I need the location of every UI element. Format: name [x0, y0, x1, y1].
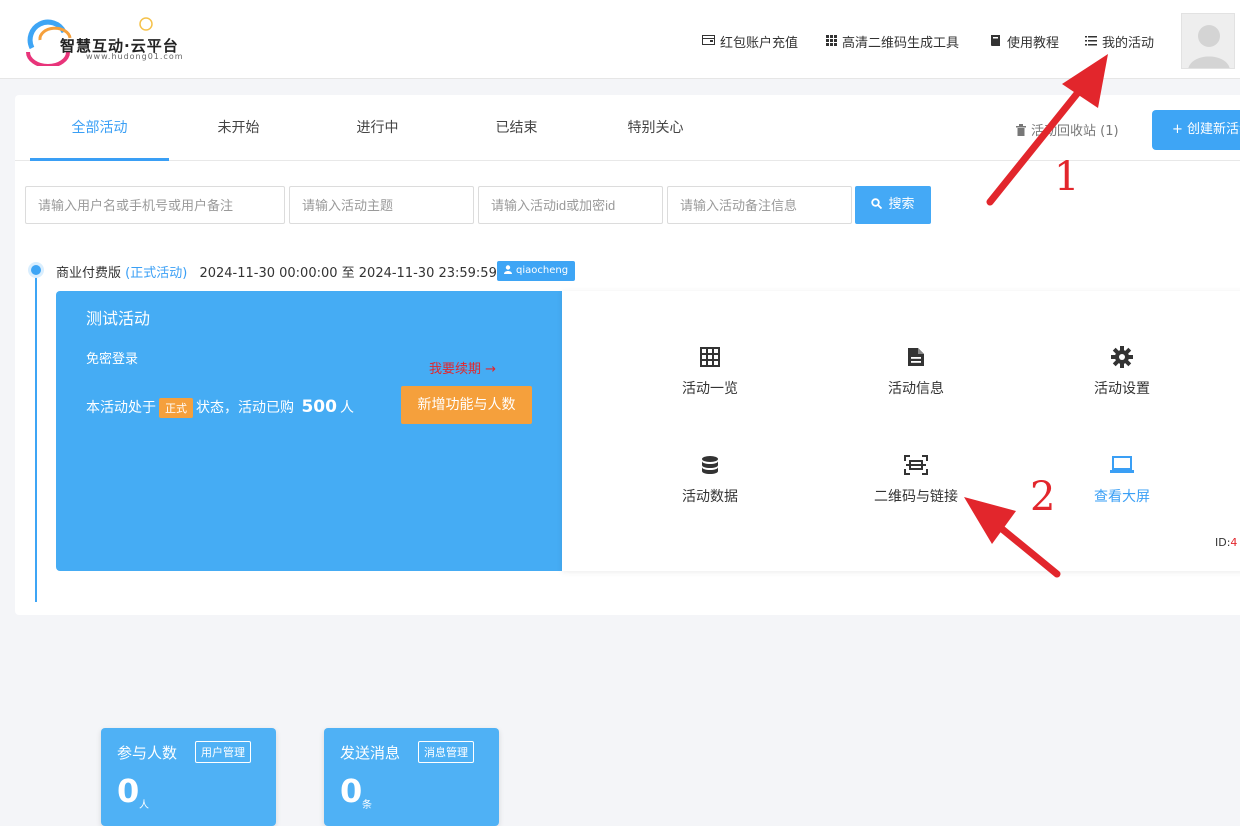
user-icon — [504, 262, 512, 282]
status-prefix: 本活动处于 — [86, 400, 156, 416]
gear-icon — [1052, 342, 1192, 372]
action-info-label: 活动信息 — [888, 381, 944, 397]
user-avatar[interactable] — [1181, 13, 1235, 69]
annotation-number-2: 2 — [1030, 474, 1056, 520]
recycle-bin-link[interactable]: 活动回收站 (1) — [1016, 120, 1119, 140]
user-search-input[interactable] — [25, 186, 285, 224]
participants-unit: 人 — [139, 800, 149, 811]
nav-my-activities-label: 我的活动 — [1102, 36, 1155, 51]
action-qrcode-links-label: 二维码与链接 — [874, 489, 958, 505]
message-management-button[interactable]: 消息管理 — [418, 741, 474, 763]
action-qrcode-links[interactable]: 二维码与链接 — [846, 450, 986, 506]
status-mid: 状态，活动已购 — [196, 400, 294, 416]
tab-ended[interactable]: 已结束 — [447, 95, 586, 161]
participants-value: 0 — [117, 772, 140, 810]
tab-all[interactable]: 全部活动 — [30, 95, 169, 161]
participants-label: 参与人数 — [117, 744, 178, 762]
note-search-input[interactable] — [667, 186, 852, 224]
action-settings-label: 活动设置 — [1094, 381, 1150, 397]
tab-not-started[interactable]: 未开始 — [169, 95, 308, 161]
edition-label: 商业付费版 — [56, 266, 122, 281]
login-mode: 免密登录 — [86, 352, 139, 367]
timeline-dot — [28, 262, 44, 278]
nav-recharge[interactable]: 红包账户充值 — [702, 32, 798, 51]
activity-title[interactable]: 测试活动 — [86, 305, 150, 329]
database-icon — [640, 450, 780, 480]
wallet-icon — [702, 34, 715, 49]
book-icon — [990, 34, 1002, 50]
tab-favorites[interactable]: 特别关心 — [586, 95, 725, 161]
activity-status-line: 本活动处于 正式 状态，活动已购 500 人 — [86, 397, 354, 418]
table-icon — [640, 342, 780, 372]
action-big-screen-label: 查看大屏 — [1094, 489, 1150, 505]
logo-subtitle: www.hudong01.com — [86, 52, 184, 61]
nav-recharge-label: 红包账户充值 — [720, 36, 799, 51]
topic-search-input[interactable] — [289, 186, 474, 224]
activity-time-range: 2024-11-30 00:00:00 至 2024-11-30 23:59:5… — [199, 266, 497, 281]
messages-unit: 条 — [362, 800, 372, 811]
status-badge: 正式 — [159, 398, 193, 418]
user-management-button[interactable]: 用户管理 — [195, 741, 251, 763]
tab-in-progress[interactable]: 进行中 — [308, 95, 447, 161]
action-data-label: 活动数据 — [682, 489, 738, 505]
nav-tutorial-label: 使用教程 — [1007, 36, 1060, 51]
purchased-unit: 人 — [339, 400, 354, 416]
create-activity-button[interactable]: + 创建新活动 — [1152, 110, 1240, 150]
action-overview[interactable]: 活动一览 — [640, 342, 780, 398]
action-info[interactable]: 活动信息 — [846, 342, 986, 398]
messages-value: 0 — [340, 772, 363, 810]
action-overview-label: 活动一览 — [682, 381, 738, 397]
recycle-bin-label: 活动回收站 (1) — [1031, 124, 1119, 139]
edition-tag: (正式活动) — [125, 266, 188, 281]
trash-icon — [1016, 124, 1026, 140]
participants-stat: 参与人数 用户管理 0 人 — [101, 728, 276, 826]
timeline-line — [35, 272, 37, 602]
add-features-button[interactable]: 新增功能与人数 — [401, 386, 532, 424]
owner-username: qiaocheng — [516, 265, 569, 276]
messages-label: 发送消息 — [340, 744, 401, 762]
top-header: 智慧互动·云平台 www.hudong01.com 红包账户充值 高清二维码生成… — [0, 0, 1240, 79]
action-settings[interactable]: 活动设置 — [1052, 342, 1192, 398]
purchased-count: 500 — [301, 397, 337, 417]
logo[interactable]: 智慧互动·云平台 www.hudong01.com — [26, 14, 186, 68]
activity-card-actions — [562, 291, 1240, 571]
action-big-screen[interactable]: 查看大屏 — [1052, 450, 1192, 506]
nav-qrcode-tool-label: 高清二维码生成工具 — [842, 36, 960, 51]
owner-user-tag[interactable]: qiaocheng — [497, 261, 576, 282]
qrcode-scan-icon — [846, 450, 986, 480]
activity-id-value: 4 — [1230, 536, 1238, 549]
document-icon — [846, 342, 986, 372]
messages-stat: 发送消息 消息管理 0 条 — [324, 728, 499, 826]
nav-tutorial[interactable]: 使用教程 — [990, 32, 1059, 51]
search-button[interactable]: 搜索 — [855, 186, 931, 224]
activity-id-label: ID: — [1215, 536, 1231, 549]
activity-id-input[interactable] — [478, 186, 663, 224]
renew-link[interactable]: 我要续期 → — [429, 358, 496, 377]
action-data[interactable]: 活动数据 — [640, 450, 780, 506]
avatar-placeholder-icon — [1188, 25, 1230, 68]
activity-card-summary: 测试活动 免密登录 本活动处于 正式 状态，活动已购 500 人 参与人数 用户管理 … — [56, 291, 562, 826]
laptop-icon — [1052, 450, 1192, 480]
annotation-number-1: 1 — [1054, 154, 1080, 200]
list-icon — [1085, 35, 1097, 49]
nav-qrcode-tool[interactable]: 高清二维码生成工具 — [826, 32, 959, 51]
search-icon — [871, 187, 883, 225]
search-button-label: 搜索 — [888, 197, 915, 212]
activity-meta: 商业付费版 (正式活动) 2024-11-30 00:00:00 至 2024-… — [56, 262, 497, 281]
activity-id: ID:4 — [1215, 536, 1237, 549]
nav-my-activities[interactable]: 我的活动 — [1085, 32, 1154, 51]
grid-icon — [826, 34, 837, 49]
